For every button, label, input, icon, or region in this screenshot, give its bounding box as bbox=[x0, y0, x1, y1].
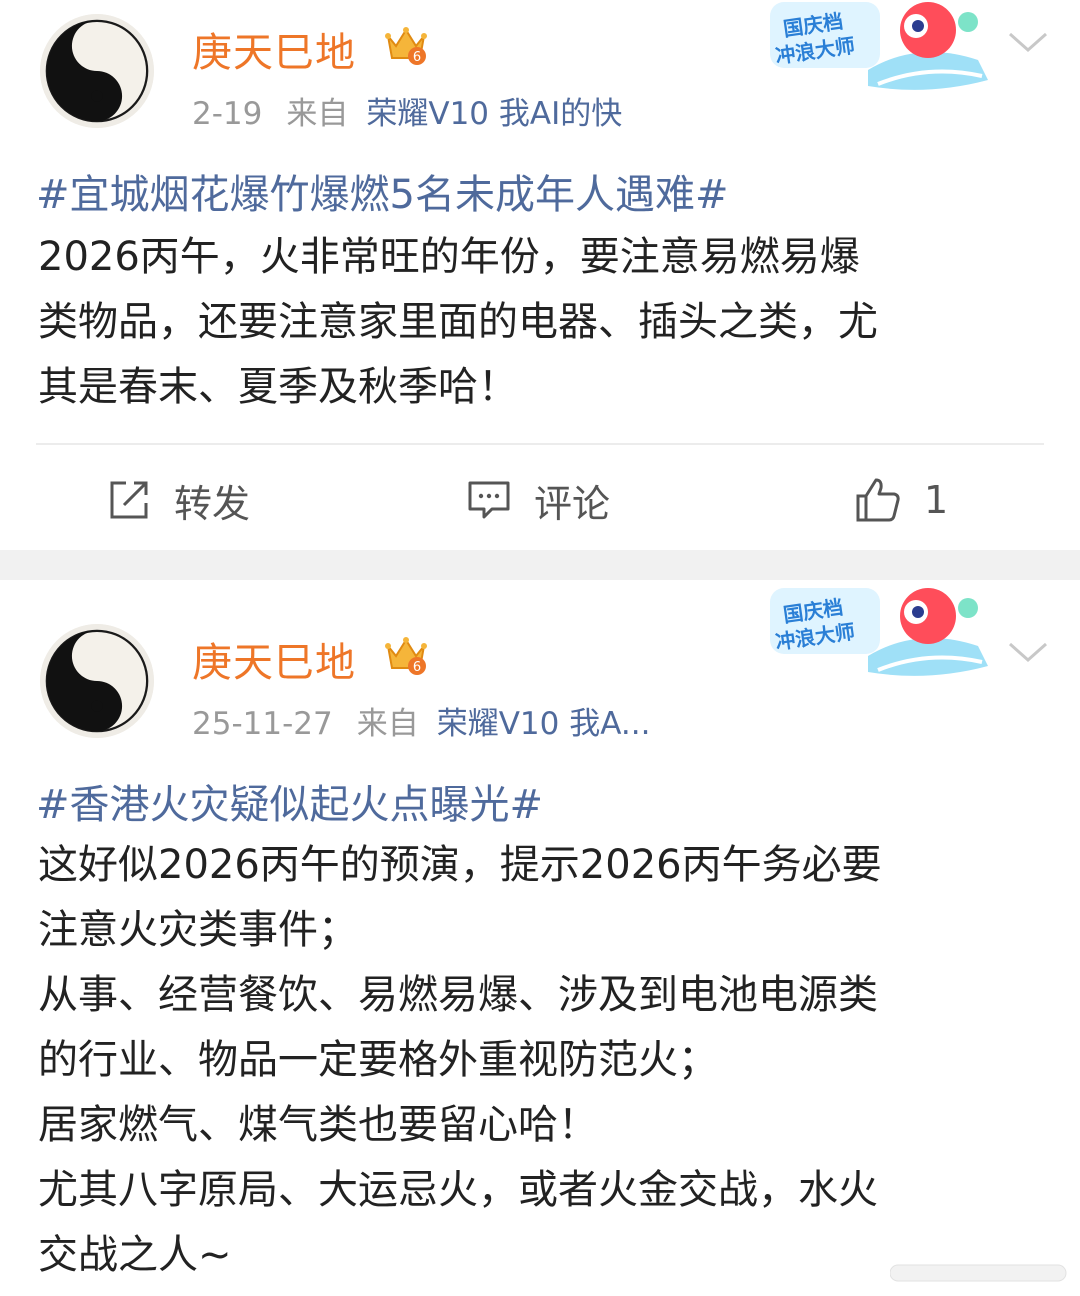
like-button[interactable]: 1 bbox=[854, 470, 948, 530]
text-line: 2026丙午，火非常旺的年份，要注意易燃易爆 bbox=[38, 234, 860, 280]
watermark-bar bbox=[890, 1264, 1067, 1282]
text-line: 的行业、物品一定要格外重视防范火； bbox=[38, 1037, 718, 1083]
post-source[interactable]: 荣耀V10 我A... bbox=[437, 706, 651, 742]
post-text: 2026丙午，火非常旺的年份，要注意易燃易爆 类物品，还要注意家里面的电器、插头… bbox=[38, 225, 1048, 420]
yin-yang-avatar-icon bbox=[40, 14, 154, 128]
text-line: 其是春末、夏季及秋季哈！ bbox=[38, 364, 518, 410]
post-meta: 25-11-27 来自 荣耀V10 我A... bbox=[192, 698, 650, 743]
post-text: 这好似2026丙午的预演，提示2026丙午务必要 注意火灾类事件； 从事、经营餐… bbox=[38, 833, 1048, 1288]
text-line: 居家燃气、煤气类也要留心哈！ bbox=[38, 1102, 598, 1148]
weibo-post-2[interactable]: 庚天巳地 6 25-11-27 来自 荣耀V10 我A... 国庆档 冲浪大师 #香… bbox=[0, 580, 1080, 1296]
avatar[interactable] bbox=[40, 624, 154, 738]
post-source[interactable]: 荣耀V10 我AI的快 bbox=[366, 96, 622, 132]
text-line: 类物品，还要注意家里面的电器、插头之类，尤 bbox=[38, 299, 878, 345]
repost-label: 转发 bbox=[174, 481, 251, 526]
thumbs-up-icon bbox=[856, 478, 900, 522]
author-name[interactable]: 庚天巳地 bbox=[192, 20, 356, 78]
svg-text:6: 6 bbox=[413, 50, 421, 65]
yin-yang-avatar-icon bbox=[40, 624, 154, 738]
crown-level-icon: 6 bbox=[385, 637, 427, 675]
text-line: 这好似2026丙午的预演，提示2026丙午务必要 bbox=[38, 842, 882, 888]
svg-text:6: 6 bbox=[413, 660, 421, 675]
like-count: 1 bbox=[924, 478, 949, 522]
comment-button[interactable]: 评论 bbox=[466, 470, 610, 530]
topic-hashtag[interactable]: #宜城烟花爆竹爆燃5名未成年人遇难# bbox=[36, 162, 728, 220]
text-line: 注意火灾类事件； bbox=[38, 907, 358, 953]
weibo-post-1[interactable]: 庚天巳地 6 2-19 来自 荣耀V10 我AI的快 国庆档 冲浪大师 #宜城烟花爆… bbox=[0, 0, 1080, 550]
chevron-down-icon[interactable] bbox=[1006, 638, 1050, 666]
topic-hashtag[interactable]: #香港火灾疑似起火点曝光# bbox=[36, 772, 543, 830]
text-line: 从事、经营餐饮、易燃易爆、涉及到电池电源类 bbox=[38, 972, 878, 1018]
from-label: 来自 bbox=[356, 706, 419, 742]
from-label: 来自 bbox=[286, 96, 349, 132]
author-name[interactable]: 庚天巳地 bbox=[192, 630, 356, 688]
surf-master-badge[interactable]: 国庆档 冲浪大师 bbox=[768, 586, 996, 690]
surf-master-badge[interactable]: 国庆档 冲浪大师 bbox=[768, 0, 996, 104]
share-square-icon bbox=[110, 481, 148, 519]
repost-button[interactable]: 转发 bbox=[106, 470, 250, 530]
post-separator bbox=[0, 550, 1080, 580]
post-meta: 2-19 来自 荣耀V10 我AI的快 bbox=[192, 88, 622, 133]
divider bbox=[36, 443, 1044, 445]
post-date: 25-11-27 bbox=[192, 706, 333, 742]
avatar[interactable] bbox=[40, 14, 154, 128]
comment-icon bbox=[468, 481, 510, 519]
comment-label: 评论 bbox=[534, 481, 611, 526]
crown-level-icon: 6 bbox=[385, 27, 427, 65]
chevron-down-icon[interactable] bbox=[1006, 28, 1050, 56]
post-date: 2-19 bbox=[192, 96, 263, 132]
text-line: 尤其八字原局、大运忌火，或者火金交战，水火 bbox=[38, 1167, 878, 1213]
